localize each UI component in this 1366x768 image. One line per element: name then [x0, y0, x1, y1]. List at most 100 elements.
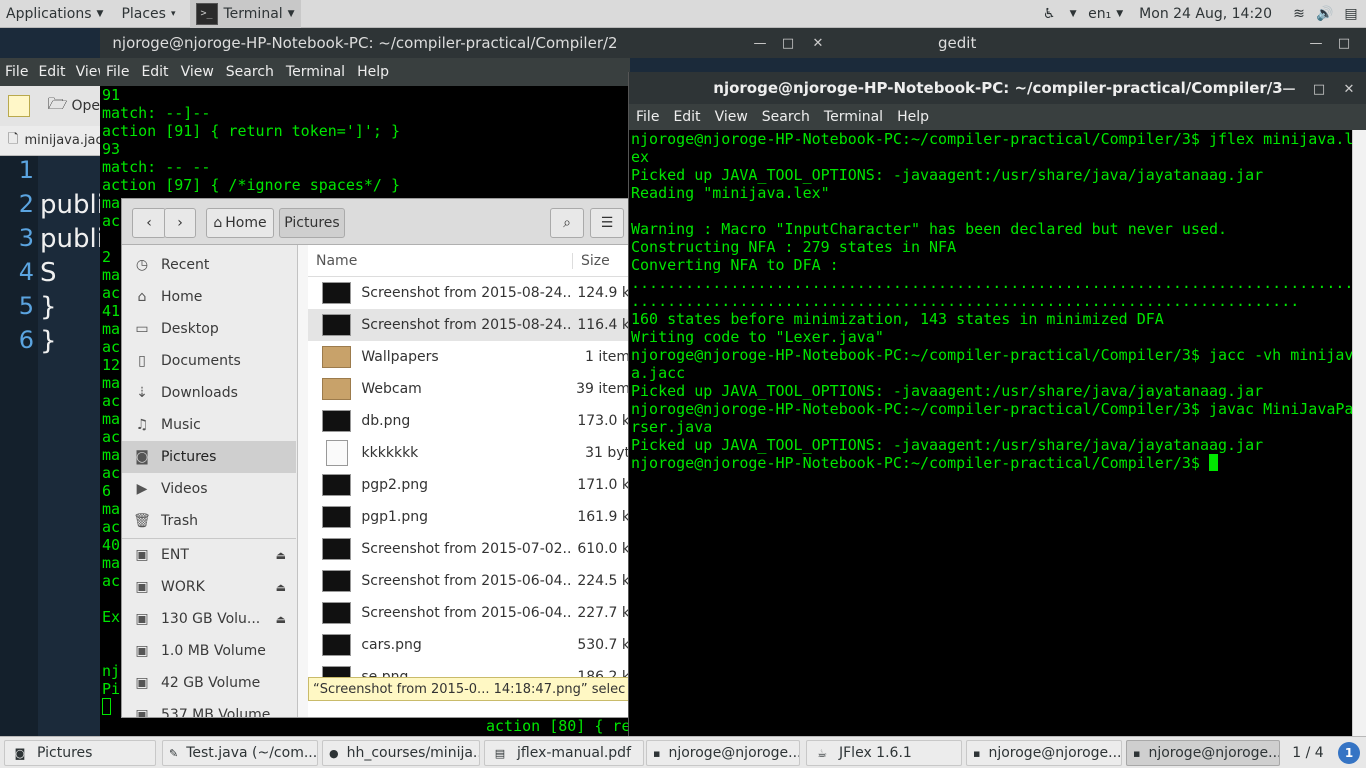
new-document-icon[interactable] [8, 95, 30, 117]
taskbar-button[interactable]: ✎ Test.java (~/com... [162, 740, 318, 766]
maximize-icon[interactable]: □ [1305, 74, 1333, 104]
chevron-down-icon: ▾ [170, 8, 176, 19]
terminal-window-3[interactable]: njoroge@njoroge-HP-Notebook-PC: ~/compil… [628, 72, 1366, 736]
taskbar-button[interactable]: ▪ njoroge@njoroge... [1126, 740, 1280, 766]
sidebar-item[interactable]: ◙ Pictures [122, 441, 296, 473]
menu-edit[interactable]: Edit [135, 64, 174, 80]
sidebar-item[interactable]: 🗑 Trash [122, 505, 296, 537]
menu-edit[interactable]: Edit [33, 64, 70, 80]
minimize-icon[interactable]: — [746, 28, 774, 58]
menu-search[interactable]: Search [220, 64, 280, 80]
code-line[interactable]: } [40, 292, 57, 322]
menu-button[interactable]: ☰ [590, 208, 624, 238]
sidebar-item[interactable]: ◷ Recent [122, 249, 296, 281]
scrollbar[interactable] [1352, 130, 1366, 736]
file-row[interactable]: Screenshot from 2015-08-24... 124.9 k [308, 277, 628, 309]
places-menu[interactable]: Places ▾ [115, 0, 181, 28]
breadcrumb-home[interactable]: ⌂ Home [206, 208, 274, 238]
file-row[interactable]: Screenshot from 2015-06-04... 224.5 k [308, 565, 628, 597]
sidebar-item[interactable]: ⇣ Downloads [122, 377, 296, 409]
code-line[interactable]: publi [40, 190, 104, 220]
menu-help[interactable]: Help [351, 64, 395, 80]
breadcrumb-pictures[interactable]: Pictures [279, 208, 345, 238]
taskbar-button[interactable]: ● hh_courses/minija... [322, 740, 480, 766]
keyboard-layout-indicator[interactable]: en₁ ▼ [1082, 0, 1129, 28]
taskbar-button[interactable]: ▤ jflex-manual.pdf [484, 740, 644, 766]
file-row[interactable]: Wallpapers 1 item [308, 341, 628, 373]
sidebar-item[interactable]: ▣ 537 MB Volume [122, 699, 296, 718]
sidebar-item[interactable]: ♫ Music [122, 409, 296, 441]
eject-icon[interactable]: ⏏ [276, 613, 286, 626]
maximize-icon[interactable]: □ [774, 28, 802, 58]
menu-terminal[interactable]: Terminal [817, 109, 890, 125]
files-window[interactable]: ‹ › ⌂ Home Pictures ⌕ ☰ ◷ Recent ⌂ Home ▭ Des… [121, 198, 629, 718]
sidebar-item[interactable]: ▣ 42 GB Volume [122, 667, 296, 699]
accessibility-icon[interactable]: ♿ [1034, 6, 1064, 22]
taskbar-button[interactable]: ▪ njoroge@njoroge... [646, 740, 800, 766]
taskbar-button[interactable]: ◙ Pictures [4, 740, 156, 766]
app-menu-terminal[interactable]: >_ Terminal ▼ [189, 0, 301, 28]
eject-icon[interactable]: ⏏ [276, 581, 286, 594]
forward-button[interactable]: › [164, 208, 196, 238]
chevron-down-icon[interactable]: ▼ [1064, 9, 1082, 19]
menu-file[interactable]: File [629, 109, 666, 125]
sidebar-item[interactable]: ▣ ENT ⏏ [122, 539, 296, 571]
minimize-icon[interactable]: — [1302, 28, 1330, 58]
close-icon[interactable]: ✕ [1358, 28, 1366, 58]
open-icon[interactable]: 🗁 [48, 93, 68, 120]
sidebar-item[interactable]: ▶ Videos [122, 473, 296, 505]
menu-view[interactable]: View [708, 109, 755, 125]
minimize-icon[interactable]: — [1275, 74, 1303, 104]
back-button[interactable]: ‹ [132, 208, 166, 238]
file-row[interactable]: Screenshot from 2015-08-24... 116.4 k [308, 309, 628, 341]
wifi-icon[interactable]: ≋ [1284, 6, 1314, 22]
volume-icon[interactable]: 🔊 [1314, 6, 1336, 22]
sidebar-item[interactable]: ▣ WORK ⏏ [122, 571, 296, 603]
sidebar-item[interactable]: ▣ 1.0 MB Volume [122, 635, 296, 667]
applications-menu[interactable]: Applications ▼ [0, 0, 109, 28]
terminal-3-output[interactable]: njoroge@njoroge-HP-Notebook-PC:~/compile… [631, 130, 1353, 730]
maximize-icon[interactable]: □ [1330, 28, 1358, 58]
menu-terminal[interactable]: Terminal [280, 64, 351, 80]
workspace-pager[interactable]: 1 / 4 [1284, 740, 1332, 766]
battery-icon[interactable]: ▤ [1336, 6, 1366, 22]
file-row[interactable]: cars.png 530.7 k [308, 629, 628, 661]
chevron-down-icon: ▼ [96, 8, 104, 19]
file-row[interactable]: kkkkkkk 31 byt [308, 437, 628, 469]
menu-file[interactable]: File [0, 64, 33, 80]
document-tab[interactable]: 🗋 minijava.jac [0, 126, 103, 156]
close-icon[interactable]: ✕ [804, 28, 832, 58]
menu-help[interactable]: Help [890, 109, 936, 125]
taskbar-button[interactable]: ☕ JFlex 1.6.1 [806, 740, 962, 766]
file-row[interactable]: pgp2.png 171.0 k [308, 469, 628, 501]
column-size[interactable]: Size [573, 253, 610, 269]
menu-search[interactable]: Search [755, 109, 817, 125]
terminal-line: ac [102, 284, 121, 302]
taskbar-button[interactable]: ▪ njoroge@njoroge... [966, 740, 1122, 766]
column-name[interactable]: Name [308, 252, 573, 269]
eject-icon[interactable]: ⏏ [276, 549, 286, 562]
terminal-prompt-line[interactable]: njoroge@njoroge-HP-Notebook-PC:~/compile… [631, 454, 1218, 472]
search-button[interactable]: ⌕ [550, 208, 584, 238]
code-line[interactable]: S [40, 258, 57, 288]
menu-view[interactable]: View [175, 64, 220, 80]
drive-icon: ▣ [135, 707, 149, 718]
code-line[interactable]: } [40, 326, 57, 356]
code-line[interactable]: publi [40, 224, 104, 254]
file-row[interactable]: Screenshot from 2015-07-02... 610.0 k [308, 533, 628, 565]
menu-file[interactable]: File [100, 64, 135, 80]
notification-badge[interactable]: 1 [1338, 742, 1360, 764]
file-row[interactable]: pgp1.png 161.9 k [308, 501, 628, 533]
file-row[interactable]: db.png 173.0 k [308, 405, 628, 437]
sidebar-item[interactable]: ⌂ Home [122, 281, 296, 313]
file-row[interactable]: Webcam 39 item [308, 373, 628, 405]
sidebar-item[interactable]: ▣ 130 GB Volu... ⏏ [122, 603, 296, 635]
terminal-line: action [91] { return token=']'; } [102, 122, 401, 140]
open-button-label[interactable]: Ope [71, 98, 100, 114]
sidebar-item[interactable]: ▭ Desktop [122, 313, 296, 345]
menu-edit[interactable]: Edit [666, 109, 707, 125]
sidebar-item[interactable]: ▯ Documents [122, 345, 296, 377]
close-icon[interactable]: ✕ [1335, 74, 1363, 104]
clock[interactable]: Mon 24 Aug, 14:20 [1133, 0, 1278, 28]
file-row[interactable]: Screenshot from 2015-06-04... 227.7 k [308, 597, 628, 629]
